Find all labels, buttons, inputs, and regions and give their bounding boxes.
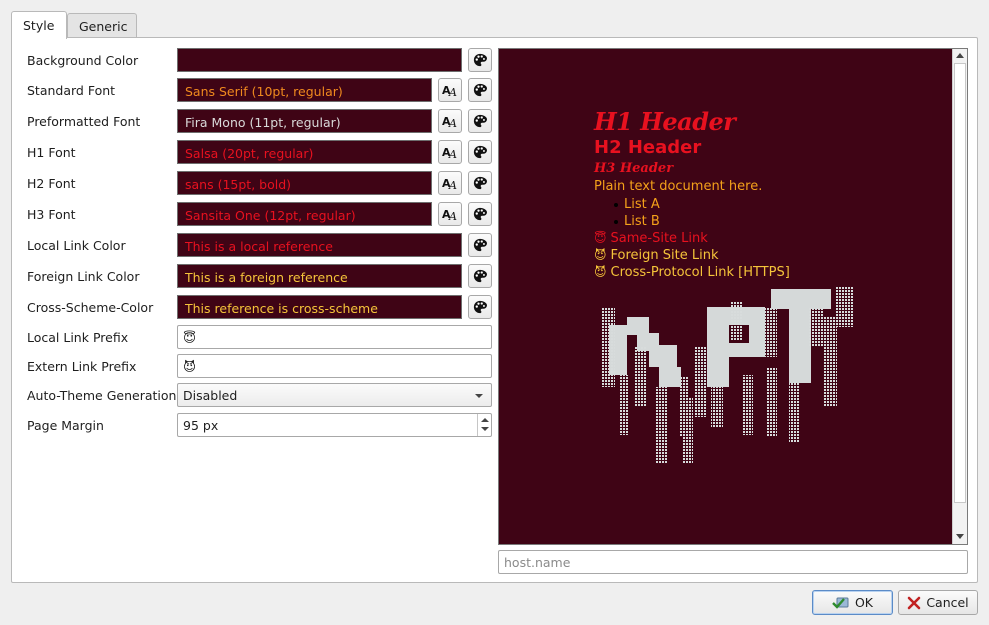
h1-font-swatch[interactable]: Salsa (20pt, regular): [177, 140, 432, 164]
local-link-color-swatch[interactable]: This is a local reference: [177, 233, 462, 257]
foreign-link-color-button[interactable]: [468, 264, 492, 288]
font-select-icon: AA: [442, 208, 457, 221]
scroll-up-icon[interactable]: [956, 53, 964, 58]
font-select-icon: AA: [442, 115, 457, 128]
palette-icon: [473, 114, 487, 128]
check-icon: [832, 596, 850, 610]
auto-theme-select[interactable]: Disabled: [177, 383, 492, 407]
font-select-icon: AA: [442, 146, 457, 159]
foreign-link-color-label: Foreign Link Color: [27, 269, 140, 284]
svg-text:A: A: [448, 117, 457, 128]
ascii-art-image: [601, 287, 853, 463]
h2-font-label: H2 Font: [27, 176, 76, 191]
h2-font-swatch[interactable]: sans (15pt, bold): [177, 171, 432, 195]
font-select-icon: AA: [442, 84, 457, 97]
font-select-icon: AA: [442, 177, 457, 190]
style-preview: H1 Header H2 Header H3 Header Plain text…: [498, 48, 968, 545]
local-link-color-button[interactable]: [468, 233, 492, 257]
h3-font-label: H3 Font: [27, 207, 76, 222]
list-item: List B: [614, 213, 790, 230]
palette-icon: [473, 207, 487, 221]
page-margin-value: 95 px: [183, 418, 219, 433]
background-color-label: Background Color: [27, 53, 139, 68]
palette-icon: [473, 145, 487, 159]
extern-link-prefix-label: Extern Link Prefix: [27, 359, 137, 374]
auto-theme-label: Auto-Theme Generation: [27, 388, 177, 403]
cross-scheme-color-label: Cross-Scheme-Color: [27, 300, 154, 315]
spin-buttons[interactable]: [477, 414, 491, 436]
host-name-field[interactable]: [498, 550, 968, 574]
standard-font-swatch[interactable]: Sans Serif (10pt, regular): [177, 78, 432, 102]
local-link-prefix-label: Local Link Prefix: [27, 330, 129, 345]
palette-icon: [473, 300, 487, 314]
preformatted-font-color-button[interactable]: [468, 109, 492, 133]
palette-icon: [473, 83, 487, 97]
palette-icon: [473, 269, 487, 283]
extern-link-prefix-input[interactable]: 😈: [177, 354, 492, 378]
local-link-color-label: Local Link Color: [27, 238, 126, 253]
preview-foreign-link[interactable]: 😈 Foreign Site Link: [594, 247, 790, 264]
style-panel: Background Color Standard Font Sans Seri…: [11, 37, 978, 583]
svg-text:A: A: [448, 86, 457, 97]
chevron-down-icon: [475, 394, 483, 398]
tab-generic[interactable]: Generic: [67, 13, 137, 38]
palette-icon: [473, 238, 487, 252]
preview-cross-protocol-link[interactable]: 😈 Cross-Protocol Link [HTTPS]: [594, 264, 790, 281]
standard-font-button[interactable]: AA: [438, 78, 462, 102]
local-link-prefix-input[interactable]: 😇: [177, 325, 492, 349]
cancel-icon: [907, 596, 921, 610]
ok-button[interactable]: OK: [812, 590, 893, 615]
cancel-label: Cancel: [926, 595, 969, 610]
background-color-picker-button[interactable]: [468, 48, 492, 72]
preview-list: List A List B: [594, 196, 790, 230]
palette-icon: [473, 176, 487, 190]
cross-scheme-color-swatch[interactable]: This reference is cross-scheme: [177, 295, 462, 319]
standard-font-label: Standard Font: [27, 83, 116, 98]
preview-h2: H2 Header: [594, 137, 702, 158]
h2-font-button[interactable]: AA: [438, 171, 462, 195]
list-item: List A: [614, 196, 790, 213]
bullet-icon: [614, 220, 618, 224]
h3-font-swatch[interactable]: Sansita One (12pt, regular): [177, 202, 432, 226]
svg-text:A: A: [448, 148, 457, 159]
preformatted-font-button[interactable]: AA: [438, 109, 462, 133]
preview-h1: H1 Header: [594, 107, 736, 136]
page-margin-spinbox[interactable]: 95 px: [177, 413, 492, 437]
cross-scheme-color-button[interactable]: [468, 295, 492, 319]
h1-font-label: H1 Font: [27, 145, 76, 160]
foreign-link-color-swatch[interactable]: This is a foreign reference: [177, 264, 462, 288]
bullet-icon: [614, 203, 618, 207]
background-color-swatch[interactable]: [177, 48, 462, 72]
scroll-down-icon[interactable]: [956, 534, 964, 539]
standard-font-color-button[interactable]: [468, 78, 492, 102]
h1-font-button[interactable]: AA: [438, 140, 462, 164]
auto-theme-value: Disabled: [183, 388, 238, 403]
preformatted-font-swatch[interactable]: Fira Mono (11pt, regular): [177, 109, 432, 133]
preformatted-font-label: Preformatted Font: [27, 114, 141, 129]
svg-text:A: A: [448, 179, 457, 190]
h2-font-color-button[interactable]: [468, 171, 492, 195]
scrollbar-thumb[interactable]: [954, 63, 966, 503]
h3-font-button[interactable]: AA: [438, 202, 462, 226]
preview-h3: H3 Header: [594, 161, 674, 176]
palette-icon: [473, 53, 487, 67]
spin-down-icon[interactable]: [481, 427, 489, 431]
preview-plain-text: Plain text document here.: [594, 179, 763, 194]
preview-same-site-link[interactable]: 😇 Same-Site Link: [594, 230, 790, 247]
preview-document: H1 Header H2 Header H3 Header Plain text…: [594, 107, 790, 281]
h3-font-color-button[interactable]: [468, 202, 492, 226]
h1-font-color-button[interactable]: [468, 140, 492, 164]
host-name-input[interactable]: [499, 551, 967, 573]
spin-up-icon[interactable]: [481, 418, 489, 422]
preview-scrollbar[interactable]: [952, 49, 967, 544]
ok-label: OK: [854, 595, 874, 610]
cancel-button[interactable]: Cancel: [898, 590, 978, 615]
page-margin-label: Page Margin: [27, 418, 104, 433]
svg-text:A: A: [448, 210, 457, 221]
tab-style[interactable]: Style: [11, 11, 67, 39]
